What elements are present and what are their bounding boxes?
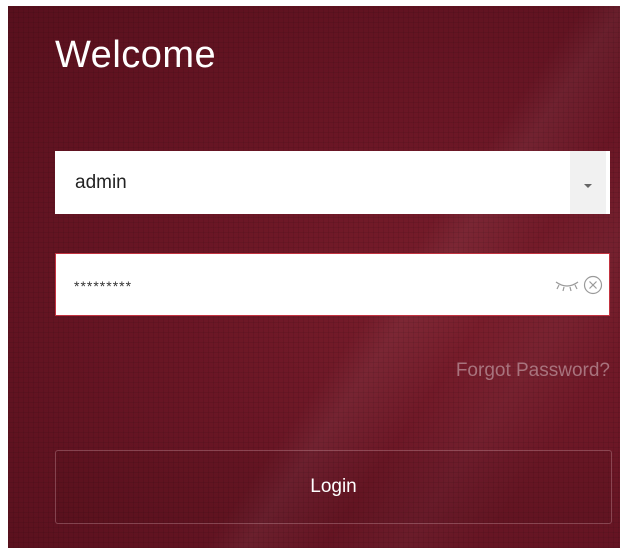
username-dropdown-button[interactable] xyxy=(570,151,606,214)
username-value: admin xyxy=(75,171,127,193)
page-title: Welcome xyxy=(55,34,217,76)
eye-closed-icon[interactable] xyxy=(554,276,580,294)
caret-down-icon xyxy=(584,183,592,188)
password-field[interactable]: ********* xyxy=(55,253,610,316)
username-select[interactable]: admin xyxy=(55,151,610,214)
forgot-password-link[interactable]: Forgot Password? xyxy=(456,360,610,382)
password-value: ********* xyxy=(74,277,133,294)
login-panel: Welcome admin ********* Forgot Password?… xyxy=(8,6,620,548)
login-button[interactable]: Login xyxy=(55,450,612,524)
clear-input-icon[interactable] xyxy=(583,275,603,295)
